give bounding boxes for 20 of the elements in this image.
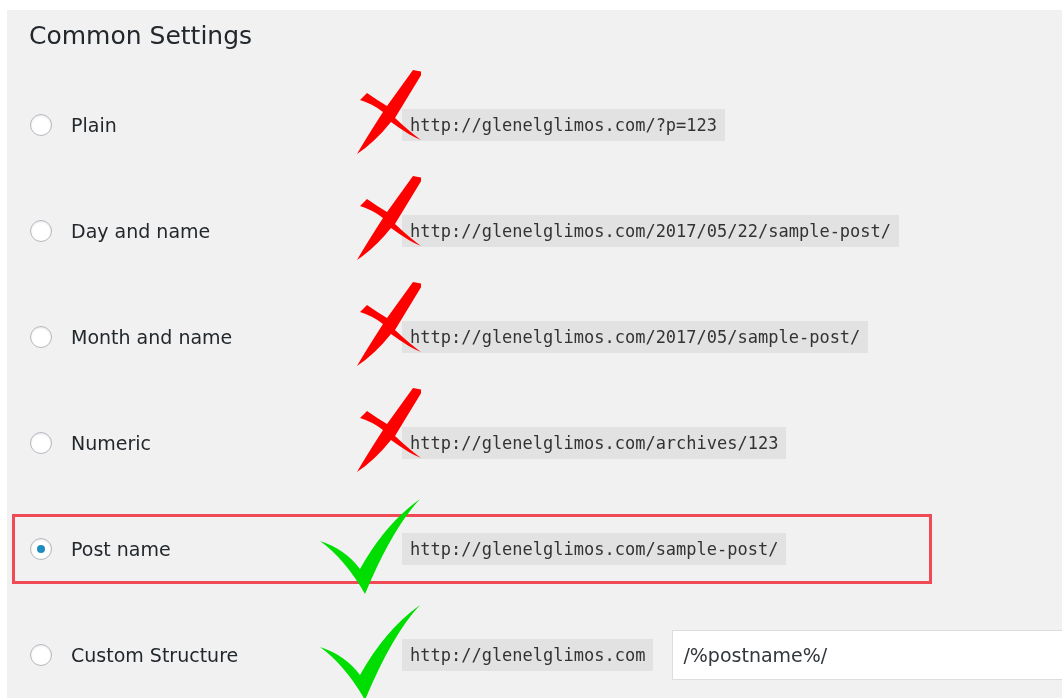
url-example: http://glenelglimos.com/archives/123 (402, 427, 787, 459)
url-example: http://glenelglimos.com/?p=123 (402, 109, 726, 141)
radio-button[interactable] (30, 114, 52, 136)
radio-button[interactable] (30, 644, 52, 666)
url-example: http://glenelglimos.com (402, 639, 654, 671)
radio-button[interactable] (30, 538, 52, 560)
url-example: http://glenelglimos.com/2017/05/22/sample-post/ (402, 215, 900, 247)
url-example: http://glenelglimos.com/sample-post/ (402, 533, 787, 565)
structure-input-field[interactable]: /%postname%/ (672, 630, 1062, 680)
url-example: http://glenelglimos.com/2017/05/sample-post/ (402, 321, 869, 353)
option-label: Day and name (71, 220, 212, 242)
option-label: Custom Structure (71, 644, 240, 666)
option-label: Post name (71, 538, 172, 560)
option-label: Plain (71, 114, 118, 136)
radio-button[interactable] (30, 326, 52, 348)
radio-button[interactable] (30, 220, 52, 242)
radio-button[interactable] (30, 432, 52, 454)
option-label: Month and name (71, 326, 234, 348)
option-label: Numeric (71, 432, 152, 454)
section-title: Common Settings (28, 20, 254, 52)
